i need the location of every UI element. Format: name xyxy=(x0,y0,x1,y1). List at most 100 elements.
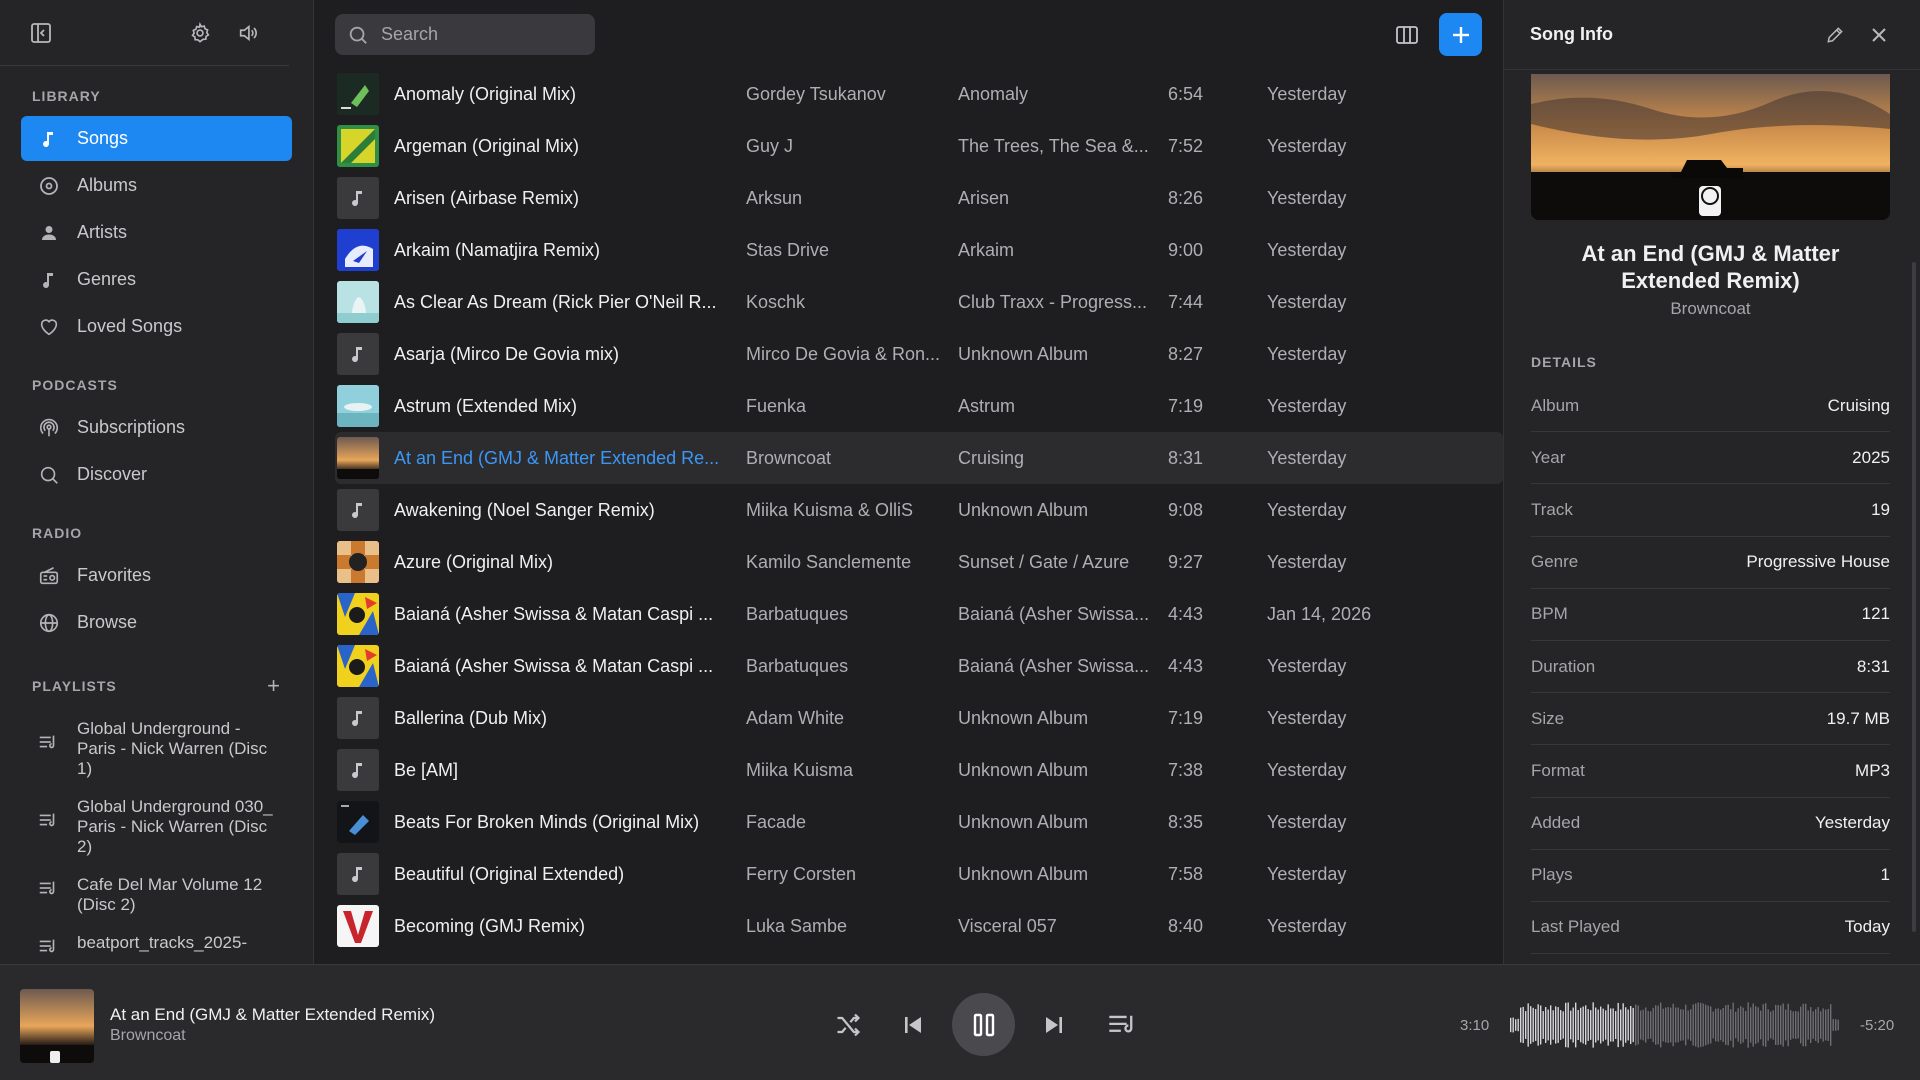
song-duration: 6:54 xyxy=(1168,83,1204,104)
table-row[interactable]: Astrum (Extended Mix) Fuenka Astrum 7:19 Yes… xyxy=(335,380,1503,432)
waveform-bar xyxy=(1600,1006,1602,1044)
search-input[interactable]: Search xyxy=(381,24,438,45)
add-playlist-button[interactable]: + xyxy=(267,673,281,699)
search-box[interactable]: Search xyxy=(335,14,595,55)
waveform-bar xyxy=(1730,1009,1732,1041)
table-row[interactable]: Baianá (Asher Swissa & Matan Caspi ... Ba… xyxy=(335,640,1503,692)
detail-value: Today xyxy=(1844,917,1890,937)
song-title: Be [AM] xyxy=(394,759,459,780)
table-row[interactable]: Argeman (Original Mix) Guy J The Trees, Th… xyxy=(335,120,1503,172)
waveform-bar xyxy=(1572,1007,1574,1043)
table-row[interactable]: Beautiful (Original Extended) Ferry Corst… xyxy=(335,848,1503,900)
settings-button[interactable] xyxy=(185,18,215,48)
playlist-item[interactable]: Global Underground 030_ Paris - Nick War… xyxy=(21,791,292,863)
table-row[interactable]: Beats For Broken Minds (Original Mix) Fac… xyxy=(335,796,1503,848)
song-added-date: Jan 14, 2026 xyxy=(1267,603,1372,624)
sidebar-item-artists[interactable]: Artists xyxy=(21,210,292,255)
waveform-bar xyxy=(1750,1007,1752,1043)
waveform-bar xyxy=(1782,1003,1784,1047)
sidebar-item-albums[interactable]: Albums xyxy=(21,163,292,208)
details-list: Album Cruising Year 2025 Track 19 Genre Progres… xyxy=(1531,380,1890,955)
waveform-bar xyxy=(1540,1005,1542,1045)
sidebar-item-browse[interactable]: Browse xyxy=(21,600,292,645)
table-row[interactable]: As Clear As Dream (Rick Pier O'Neil R...… xyxy=(335,276,1503,328)
sidebar-item-subscriptions[interactable]: Subscriptions xyxy=(21,405,292,450)
podcasts-label: PODCASTS xyxy=(32,377,118,393)
waveform-bar xyxy=(1760,1010,1762,1040)
waveform-bar xyxy=(1835,1019,1837,1031)
queue-button[interactable] xyxy=(1104,995,1140,1055)
table-row[interactable]: Be [AM] Miika Kuisma Unknown Album 7:38 Yest… xyxy=(335,744,1503,796)
waveform-bar xyxy=(1745,1010,1747,1040)
waveform-bar xyxy=(1677,1007,1679,1043)
song-duration: 8:31 xyxy=(1168,447,1204,468)
close-button[interactable] xyxy=(1864,20,1894,50)
table-row[interactable]: Ballerina (Dub Mix) Adam White Unknown Alb… xyxy=(335,692,1503,744)
sidebar-item-favorites[interactable]: Favorites xyxy=(21,553,292,598)
sidebar-item-genres[interactable]: Genres xyxy=(21,257,292,302)
playlist-item[interactable]: Cafe Del Mar Volume 12 (Disc 2) xyxy=(21,869,292,921)
columns-button[interactable] xyxy=(1388,16,1426,54)
waveform-bar xyxy=(1545,1007,1547,1043)
song-title: Azure (Original Mix) xyxy=(394,551,554,572)
table-row[interactable]: Anomaly (Original Mix) Gordey Tsukanov Ano… xyxy=(335,68,1503,120)
sidebar-item-discover[interactable]: Discover xyxy=(21,452,292,497)
waveform-bar xyxy=(1605,1010,1607,1040)
search-icon xyxy=(37,463,61,487)
waveform-bar xyxy=(1575,1002,1577,1048)
sidebar-item-songs[interactable]: Songs xyxy=(21,116,292,161)
now-playing-artwork[interactable] xyxy=(20,989,94,1063)
next-button[interactable] xyxy=(1038,995,1070,1055)
table-row[interactable]: Becoming (GMJ Remix) Luka Sambe Visceral 0… xyxy=(335,900,1503,952)
song-added-date: Yesterday xyxy=(1267,135,1347,156)
waveform-scrubber[interactable] xyxy=(1510,999,1840,1051)
waveform-bar xyxy=(1517,1018,1519,1032)
waveform-bar xyxy=(1542,1011,1544,1039)
waveform-bar xyxy=(1800,1006,1802,1044)
previous-button[interactable] xyxy=(897,995,929,1055)
waveform-bar xyxy=(1602,1008,1604,1042)
waveform-bar xyxy=(1667,1007,1669,1043)
detail-row: Album Cruising xyxy=(1531,380,1890,433)
table-row[interactable]: Arisen (Airbase Remix) Arksun Arisen 8:26 Ye… xyxy=(335,172,1503,224)
waveform-bar xyxy=(1767,1009,1769,1041)
add-button[interactable] xyxy=(1439,13,1482,56)
detail-value: Progressive House xyxy=(1746,552,1890,572)
song-album: Unknown Album xyxy=(958,759,1089,780)
toggle-sidebar-button[interactable] xyxy=(26,18,56,48)
detail-value: MP3 xyxy=(1855,760,1890,780)
table-row[interactable]: Arkaim (Namatjira Remix) Stas Drive Arkaim… xyxy=(335,224,1503,276)
waveform-bar xyxy=(1770,1011,1772,1039)
song-added-date: Yesterday xyxy=(1267,239,1347,260)
table-row[interactable]: Asarja (Mirco De Govia mix) Mirco De Govi… xyxy=(335,328,1503,380)
table-row[interactable]: Awakening (Noel Sanger Remix) Miika Kuism… xyxy=(335,484,1503,536)
info-scrollbar[interactable] xyxy=(1912,262,1916,932)
song-album: Baianá (Asher Swissa... xyxy=(958,655,1150,676)
waveform-bar xyxy=(1680,1009,1682,1041)
table-row[interactable]: Baianá (Asher Swissa & Matan Caspi ... Ba… xyxy=(335,588,1503,640)
song-album: Anomaly xyxy=(958,83,1029,104)
song-duration: 7:19 xyxy=(1168,707,1204,728)
playlist-item[interactable]: beatport_tracks_2025- xyxy=(21,927,292,965)
waveform-bar xyxy=(1580,1007,1582,1043)
person-icon xyxy=(37,221,61,245)
playlists-label: PLAYLISTS xyxy=(32,678,117,694)
song-duration: 7:52 xyxy=(1168,135,1204,156)
globe-icon xyxy=(37,611,61,635)
song-duration: 8:35 xyxy=(1168,811,1204,832)
sidebar-item-loved-songs[interactable]: Loved Songs xyxy=(21,304,292,349)
table-row[interactable]: Azure (Original Mix) Kamilo Sanclemente Su… xyxy=(335,536,1503,588)
waveform-bar xyxy=(1710,1006,1712,1044)
volume-button[interactable] xyxy=(233,18,263,48)
waveform-bar xyxy=(1642,1009,1644,1041)
table-row[interactable]: At an End (GMJ & Matter Extended Re... Br… xyxy=(335,432,1503,484)
song-duration: 8:26 xyxy=(1168,187,1204,208)
shuffle-button[interactable] xyxy=(830,995,866,1055)
play-pause-button[interactable] xyxy=(952,993,1015,1056)
album-art-thumbnail xyxy=(337,229,379,271)
playlist-item[interactable]: Global Underground - Paris - Nick Warren… xyxy=(21,713,292,785)
song-album: Arkaim xyxy=(958,239,1015,260)
detail-row: Year 2025 xyxy=(1531,432,1890,485)
queue-icon xyxy=(1109,1015,1133,1033)
edit-button[interactable] xyxy=(1820,20,1850,50)
